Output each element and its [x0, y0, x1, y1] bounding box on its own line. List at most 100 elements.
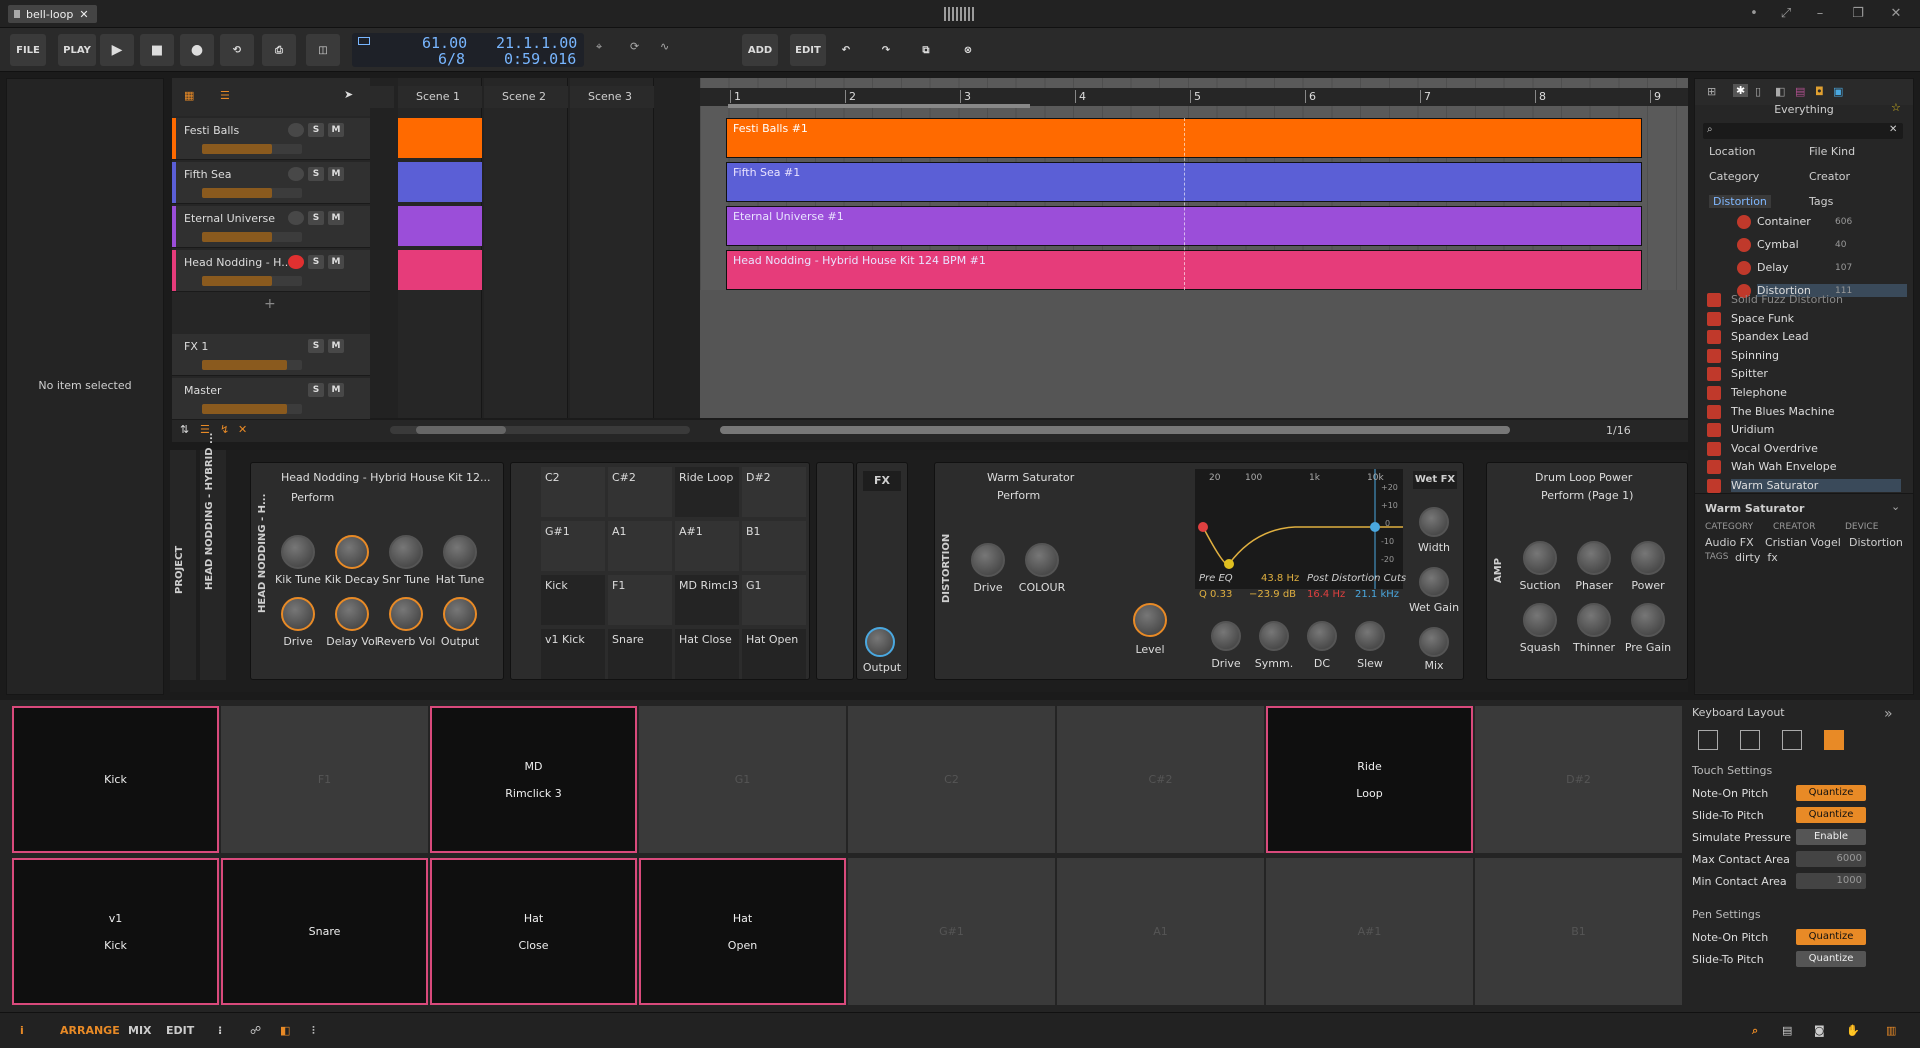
scene-header[interactable]: Scene 2 [484, 86, 568, 108]
file-menu-button[interactable]: FILE [10, 34, 46, 66]
note-pad[interactable]: G#1 [848, 858, 1055, 1005]
add-button[interactable]: ADD [742, 34, 778, 66]
automation-icon[interactable]: ⁝ [218, 1024, 222, 1037]
star-icon[interactable]: ☆ [1891, 101, 1901, 114]
setting-value[interactable]: 6000 [1796, 851, 1866, 867]
track-header[interactable]: Head Nodding - H... S M [172, 250, 370, 292]
browser-filter[interactable]: Category [1709, 170, 1759, 183]
stop-all-clips-icon[interactable] [370, 86, 394, 108]
macro-knob[interactable] [389, 535, 423, 569]
copy-icon[interactable]: ⧉ [910, 34, 942, 66]
amp-knob[interactable] [1631, 541, 1665, 575]
setting-value[interactable]: 1000 [1796, 873, 1866, 889]
drum-pad-cell[interactable]: F1 [608, 575, 672, 625]
launcher-clip[interactable] [398, 162, 482, 202]
drum-pad-cell[interactable]: Hat Open [742, 629, 806, 679]
project-tab[interactable]: bell-loop ✕ [8, 5, 97, 23]
play-icon[interactable]: ▶ [100, 34, 134, 66]
close-tab-icon[interactable]: ✕ [79, 8, 88, 21]
amp-knob[interactable] [1631, 603, 1665, 637]
keyboard-icon[interactable]: ▥ [1886, 1024, 1896, 1037]
solo-button[interactable]: S [308, 339, 324, 353]
browser-result[interactable]: Telephone [1731, 386, 1787, 399]
saturator-knob[interactable] [1259, 621, 1289, 651]
note-pad[interactable]: v1 Kick [12, 858, 219, 1005]
device-icon[interactable]: ▯ [1755, 85, 1761, 98]
record-arm-button[interactable] [288, 211, 304, 225]
browser-result[interactable]: Spinning [1731, 349, 1779, 362]
arranger-scrollbar[interactable] [720, 426, 1510, 434]
macro-knob[interactable] [335, 597, 369, 631]
metronome-icon[interactable] [358, 37, 370, 45]
detail-tags[interactable]: dirty fx [1735, 551, 1778, 564]
drum-pad-cell[interactable]: G1 [742, 575, 806, 625]
chevron-down-icon[interactable]: ⌄ [1891, 500, 1900, 513]
fx-button[interactable]: FX [863, 471, 901, 491]
drum-pad-cell[interactable]: MD Rimcl3 [675, 575, 739, 625]
saturator-knob[interactable] [1307, 621, 1337, 651]
volume-fader[interactable] [202, 404, 302, 414]
track-name[interactable]: Eternal Universe [184, 212, 294, 225]
launcher-scrollbar[interactable] [390, 426, 690, 434]
macro-knob[interactable] [443, 535, 477, 569]
saturator-preset[interactable]: Perform [997, 489, 1040, 502]
browser-filter[interactable]: Location [1709, 145, 1756, 158]
macro-knob[interactable] [443, 597, 477, 631]
drum-pad-cell[interactable]: C2 [541, 467, 605, 517]
track-name[interactable]: Festi Balls [184, 124, 294, 137]
volume-fader[interactable] [202, 232, 302, 242]
browser-filter[interactable]: Distortion [1709, 195, 1771, 208]
volume-fader[interactable] [202, 188, 302, 198]
stop-icon[interactable]: ■ [140, 34, 174, 66]
clear-search-icon[interactable]: ✕ [1889, 124, 1897, 135]
edit-button[interactable]: EDIT [790, 34, 826, 66]
fold-icon[interactable]: ⇅ [180, 423, 189, 436]
note-pad[interactable]: G1 [639, 706, 846, 853]
hand-icon[interactable]: ✋ [1846, 1024, 1860, 1037]
drum-pad-cell[interactable]: C#2 [608, 467, 672, 517]
drum-preset-selector[interactable]: Perform [291, 491, 334, 504]
wet-fx-button[interactable]: Wet FX [1413, 471, 1457, 489]
grid-resolution[interactable]: 1/16 [1606, 424, 1631, 437]
overdub-icon[interactable]: ◫ [306, 34, 340, 66]
track-label[interactable]: HEAD NODDING - HYBRID ... [204, 433, 215, 590]
setting-value[interactable]: Enable [1796, 829, 1866, 845]
all-icon[interactable]: ✱ [1733, 84, 1749, 97]
note-pad[interactable]: F1 [221, 706, 428, 853]
loop-region[interactable] [728, 104, 1030, 108]
launcher-clip[interactable] [398, 250, 482, 290]
sample-icon[interactable]: ▤ [1795, 85, 1805, 98]
drum-pad-cell[interactable]: Hat Close [675, 629, 739, 679]
strip-layout-icon[interactable] [1782, 730, 1802, 750]
amp-knob[interactable] [1523, 541, 1557, 575]
browser-result[interactable]: Vocal Overdrive [1731, 442, 1818, 455]
add-track-icon[interactable]: + [264, 296, 276, 312]
follow-icon[interactable]: ↯ [220, 423, 229, 436]
solo-button[interactable]: S [308, 255, 324, 269]
file-icon[interactable]: ▤ [1782, 1024, 1792, 1037]
scene-header[interactable]: Scene 3 [570, 86, 654, 108]
distortion-label[interactable]: DISTORTION [941, 534, 952, 603]
macro-knob[interactable] [389, 597, 423, 631]
amp-knob[interactable] [1523, 603, 1557, 637]
browser-result[interactable]: Uridium [1731, 423, 1774, 436]
drum-pad-cell[interactable]: D#2 [742, 467, 806, 517]
mute-button[interactable]: M [328, 383, 344, 397]
device-panel-icon[interactable]: ◧ [280, 1024, 290, 1037]
category-name[interactable]: Cymbal [1757, 238, 1799, 251]
track-header[interactable]: Eternal Universe S M [172, 206, 370, 248]
fx-track-header[interactable]: FX 1 SM [172, 334, 370, 376]
list-view-icon[interactable]: ☰ [220, 89, 230, 102]
browser-filter[interactable]: File Kind [1809, 145, 1855, 158]
note-pad[interactable]: MD Rimclick 3 [430, 706, 637, 853]
redo-icon[interactable]: ↷ [870, 34, 902, 66]
drum-pad-cell[interactable]: Kick [541, 575, 605, 625]
track-header[interactable]: Fifth Sea S M [172, 162, 370, 204]
mix-tab[interactable]: MIX [128, 1024, 152, 1037]
category-name[interactable]: Delay [1757, 261, 1789, 274]
undo-icon[interactable]: ↶ [830, 34, 862, 66]
groove-icon[interactable]: ∿ [660, 40, 669, 53]
browser-result[interactable]: Solid Fuzz Distortion [1731, 293, 1843, 306]
setting-value[interactable]: Quantize [1796, 951, 1866, 967]
arrange-tab[interactable]: ARRANGE [60, 1024, 120, 1037]
